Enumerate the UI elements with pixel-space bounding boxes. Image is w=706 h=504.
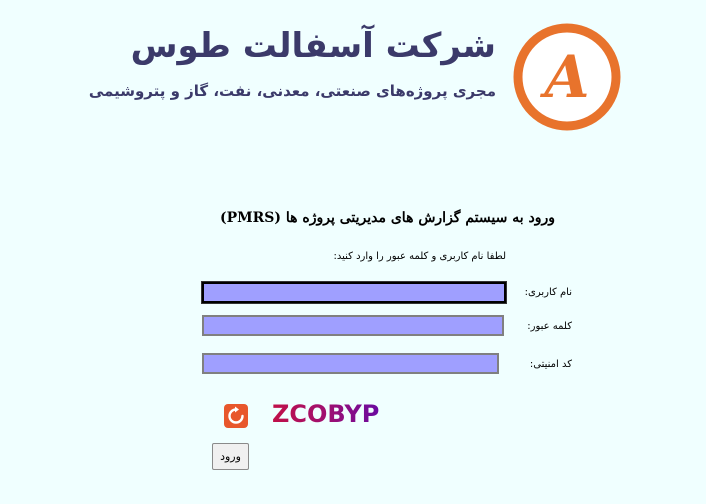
username-input[interactable] — [202, 282, 506, 303]
captcha-image: ZCOBYP — [272, 400, 380, 428]
password-input[interactable] — [202, 315, 504, 336]
password-label: کلمه عبور: — [527, 321, 572, 332]
security-code-label: کد امنیتی: — [529, 359, 572, 370]
username-label: نام کاربری: — [524, 287, 572, 298]
company-name: شرکت آسفالت طوس — [130, 26, 496, 66]
company-tagline: مجری پروژه‌های صنعتی، معدنی، نفت، گاز و … — [88, 82, 496, 100]
company-logo: A — [513, 23, 621, 131]
refresh-icon[interactable] — [224, 404, 248, 428]
login-button[interactable]: ورود — [212, 443, 249, 470]
login-heading: ورود به سیستم گزارش های مدیریتی پروژه ها… — [219, 210, 555, 226]
security-code-input[interactable] — [202, 353, 499, 374]
login-instruction: لطفا نام کاربری و کلمه عبور را وارد کنید… — [333, 251, 506, 262]
logo-letter: A — [539, 43, 589, 111]
